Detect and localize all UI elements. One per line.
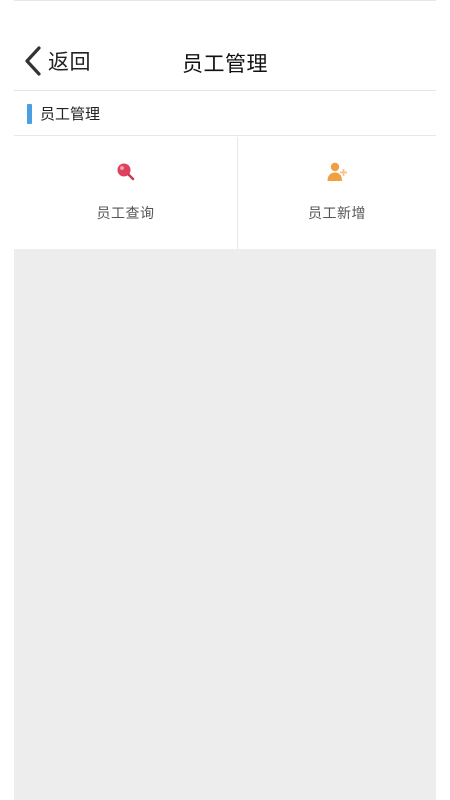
app-screen: 返回 员工管理 员工管理 员工查询 员工新增: [14, 0, 436, 800]
menu-grid: 员工查询 员工新增: [14, 137, 436, 249]
content-area: [14, 249, 436, 800]
section-header: 员工管理: [14, 92, 436, 136]
employee-add-button[interactable]: 员工新增: [238, 137, 436, 249]
page-title: 员工管理: [182, 52, 268, 76]
section-title: 员工管理: [40, 105, 101, 123]
search-icon: [117, 163, 134, 181]
menu-item-label: 员工新增: [308, 206, 366, 222]
menu-item-label: 员工查询: [96, 206, 155, 222]
nav-bar: 返回 员工管理: [14, 1, 436, 91]
employee-search-button[interactable]: 员工查询: [14, 137, 238, 249]
section-accent-bar: [27, 103, 32, 124]
add-user-icon: [327, 162, 347, 181]
